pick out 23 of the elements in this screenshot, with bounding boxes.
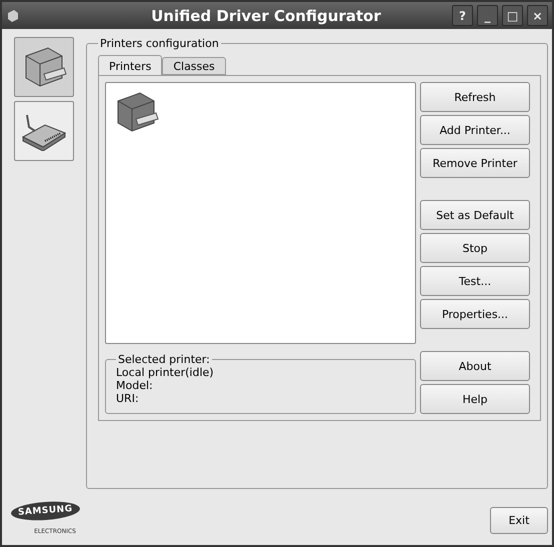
tab[interactable]: Classes [162,57,226,75]
window-title: Unified Driver Configurator [150,6,382,24]
minimize-button[interactable]: _ [477,5,498,26]
help-button[interactable]: ? [452,5,473,26]
group-title: Printers configuration [99,37,220,50]
close-button[interactable]: × [527,5,548,26]
selected-printer-title: Selected printer: [117,353,211,366]
printer-info: URI: [116,392,140,405]
action-button[interactable]: About [420,351,530,381]
action-button[interactable]: Refresh [420,82,530,112]
action-button[interactable]: Add Printer... [420,115,530,145]
printer-info: Local printer(idle) [116,366,215,379]
logo: SAMSUNG [10,500,80,522]
tab[interactable]: Printers [98,55,162,76]
action-button[interactable]: Stop [420,233,530,263]
exit-button[interactable]: Exit [490,507,548,534]
action-button[interactable]: Help [420,384,530,414]
action-button[interactable]: Properties... [420,299,530,329]
action-button[interactable]: Remove Printer [420,148,530,178]
printer-info: Model: [116,379,154,392]
action-button[interactable]: Test... [420,266,530,296]
action-button[interactable]: Set as Default [420,200,530,230]
maximize-button[interactable]: □ [502,5,523,26]
